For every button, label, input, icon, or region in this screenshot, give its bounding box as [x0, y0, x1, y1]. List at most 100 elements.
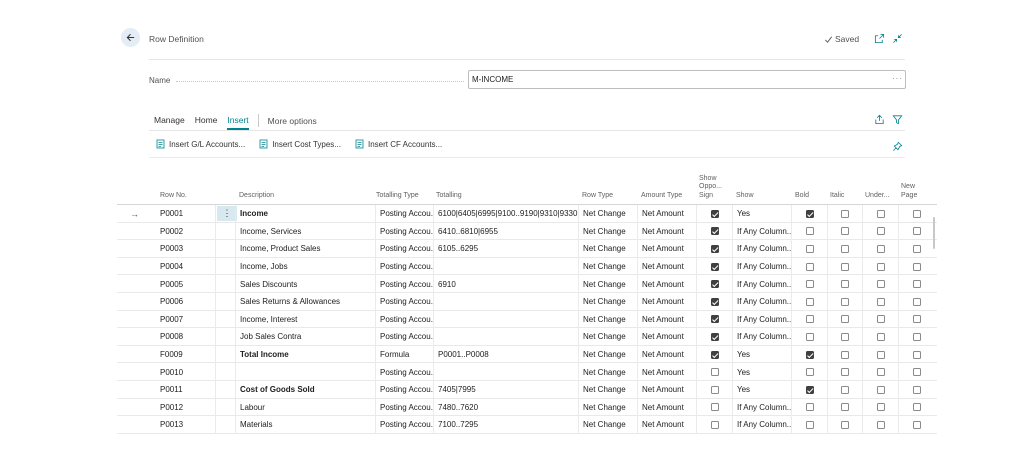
cell-show[interactable]: If Any Column... — [732, 222, 791, 241]
cell-show[interactable]: Yes — [732, 205, 791, 223]
checkbox-new-page[interactable] — [912, 420, 921, 429]
checkbox-opp-sign[interactable] — [710, 227, 719, 236]
checkbox-bold[interactable] — [805, 244, 814, 253]
cell-show[interactable]: If Any Column... — [732, 328, 791, 346]
tab-insert[interactable]: Insert — [227, 115, 249, 130]
checkbox-new-page[interactable] — [912, 350, 921, 359]
cell-row-no[interactable]: P0002 — [156, 223, 215, 241]
name-more-button[interactable]: ··· — [892, 74, 903, 83]
checkbox-italic[interactable] — [841, 262, 849, 271]
cell-row-no[interactable]: P0004 — [156, 258, 215, 276]
cell-row-no[interactable]: P0005 — [156, 275, 215, 293]
col-show-opposite-sign[interactable]: Show Oppo... Sign — [699, 175, 722, 201]
cell-row-type[interactable]: Net Change — [578, 345, 637, 364]
cell-amount-type[interactable]: Net Amount — [637, 310, 696, 329]
cell-show[interactable]: Yes — [732, 345, 791, 364]
checkbox-opp-sign[interactable] — [710, 420, 719, 429]
cell-amount-type[interactable]: Net Amount — [637, 292, 696, 311]
cell-description[interactable]: Sales Discounts — [235, 275, 375, 293]
checkbox-new-page[interactable] — [912, 244, 921, 253]
table-row[interactable]: P0011 Cost of Goods Sold Posting Accou... 7… — [117, 380, 937, 399]
cell-description[interactable]: Cost of Goods Sold — [235, 380, 375, 399]
checkbox-underline[interactable] — [876, 227, 885, 236]
cell-row-type[interactable]: Net Change — [578, 416, 637, 434]
cell-totalling[interactable]: 7480..7620 — [433, 398, 578, 417]
checkbox-opp-sign[interactable] — [710, 244, 719, 253]
checkbox-new-page[interactable] — [912, 280, 921, 289]
table-row[interactable]: P0010 Posting Accou... Net Change Net Amoun… — [117, 363, 937, 381]
col-bold[interactable]: Bold — [795, 192, 809, 201]
more-options-button[interactable]: More options — [268, 116, 317, 129]
checkbox-opp-sign[interactable] — [710, 385, 719, 394]
cell-row-no[interactable]: P0001 — [156, 205, 215, 223]
cell-row-type[interactable]: Net Change — [578, 292, 637, 311]
cell-totalling-type[interactable]: Posting Accou... — [375, 240, 433, 258]
cell-row-type[interactable]: Net Change — [578, 363, 637, 381]
pin-icon[interactable] — [890, 139, 904, 153]
cell-show[interactable]: If Any Column... — [732, 416, 791, 434]
checkbox-bold[interactable] — [805, 227, 814, 236]
checkbox-italic[interactable] — [841, 385, 849, 394]
cell-row-type[interactable]: Net Change — [578, 222, 637, 241]
cell-description[interactable]: Total Income — [235, 345, 375, 364]
cell-row-no[interactable]: F0009 — [156, 346, 215, 364]
checkbox-italic[interactable] — [841, 403, 849, 412]
cell-amount-type[interactable]: Net Amount — [637, 363, 696, 381]
cell-amount-type[interactable]: Net Amount — [637, 345, 696, 364]
cell-totalling-type[interactable]: Posting Accou... — [375, 398, 433, 417]
checkbox-underline[interactable] — [876, 262, 885, 271]
checkbox-underline[interactable] — [876, 350, 885, 359]
checkbox-underline[interactable] — [876, 315, 885, 324]
name-input[interactable] — [468, 70, 906, 89]
row-menu-cell[interactable] — [215, 222, 235, 241]
table-row[interactable]: P0006 Sales Returns & Allowances Posting A… — [117, 292, 937, 311]
cell-totalling[interactable]: P0001..P0008 — [433, 345, 578, 364]
cell-show[interactable]: If Any Column... — [732, 257, 791, 276]
checkbox-underline[interactable] — [876, 332, 885, 341]
cell-totalling[interactable]: 6105..6295 — [433, 240, 578, 258]
cell-totalling-type[interactable]: Posting Accou... — [375, 275, 433, 293]
cell-show[interactable]: If Any Column... — [732, 310, 791, 329]
checkbox-italic[interactable] — [841, 280, 849, 289]
checkbox-opp-sign[interactable] — [710, 209, 719, 218]
cell-totalling-type[interactable]: Posting Accou... — [375, 416, 433, 434]
cell-row-type[interactable]: Net Change — [578, 328, 637, 346]
row-menu-cell[interactable] — [215, 328, 235, 346]
collapse-icon[interactable] — [890, 31, 904, 45]
row-menu-cell[interactable] — [215, 363, 235, 381]
cell-show[interactable]: Yes — [732, 363, 791, 381]
row-menu-cell[interactable] — [215, 345, 235, 364]
cell-row-type[interactable]: Net Change — [578, 205, 637, 223]
cell-amount-type[interactable]: Net Amount — [637, 398, 696, 417]
checkbox-opp-sign[interactable] — [710, 315, 719, 324]
checkbox-italic[interactable] — [841, 420, 849, 429]
checkbox-new-page[interactable] — [912, 403, 921, 412]
col-totalling[interactable]: Totalling — [436, 192, 462, 201]
cell-show[interactable]: Yes — [732, 380, 791, 399]
col-underline[interactable]: Under... — [865, 192, 890, 201]
filter-icon[interactable] — [890, 112, 904, 126]
cell-totalling[interactable]: 7100..7295 — [433, 416, 578, 434]
table-row[interactable]: P0004 Income, Jobs Posting Accou... Net Cha… — [117, 257, 937, 276]
cell-amount-type[interactable]: Net Amount — [637, 257, 696, 276]
checkbox-new-page[interactable] — [912, 262, 921, 271]
checkbox-underline[interactable] — [876, 209, 885, 218]
cell-row-type[interactable]: Net Change — [578, 257, 637, 276]
cell-totalling[interactable]: 6410..6810|6955 — [433, 222, 578, 241]
table-row[interactable]: F0009 Total Income Formula P0001..P0008 Net … — [117, 345, 937, 364]
col-new-page[interactable]: New Page — [901, 183, 917, 200]
checkbox-underline[interactable] — [876, 420, 885, 429]
cell-row-type[interactable]: Net Change — [578, 240, 637, 258]
row-menu-cell[interactable] — [215, 292, 235, 311]
row-menu-cell[interactable] — [215, 310, 235, 329]
cell-amount-type[interactable]: Net Amount — [637, 380, 696, 399]
checkbox-new-page[interactable] — [912, 315, 921, 324]
cell-totalling-type[interactable]: Posting Accou... — [375, 222, 433, 241]
cell-show[interactable]: If Any Column... — [732, 275, 791, 293]
cell-show[interactable]: If Any Column... — [732, 398, 791, 417]
col-totalling-type[interactable]: Totalling Type — [376, 192, 419, 201]
col-italic[interactable]: Italic — [830, 192, 844, 201]
checkbox-opp-sign[interactable] — [710, 262, 719, 271]
cell-amount-type[interactable]: Net Amount — [637, 416, 696, 434]
checkbox-bold[interactable] — [805, 209, 814, 218]
